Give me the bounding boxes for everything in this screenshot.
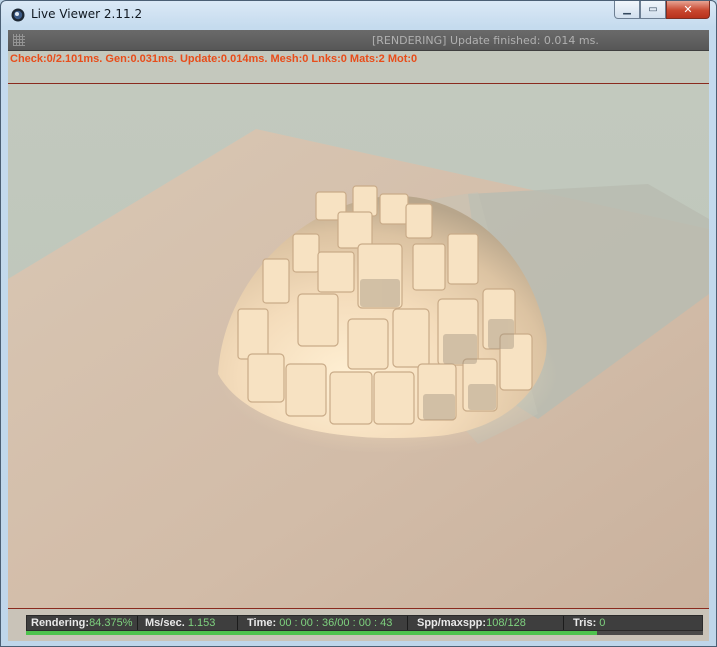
spp-stat: Spp/maxspp:108/128 bbox=[417, 616, 564, 630]
time-label: Time: bbox=[247, 617, 277, 629]
cinema4d-icon bbox=[11, 8, 25, 22]
close-icon: ✕ bbox=[683, 3, 693, 16]
render-viewport[interactable] bbox=[8, 84, 709, 608]
spp-label: Spp/maxspp: bbox=[417, 617, 487, 629]
tris-value: 0 bbox=[599, 617, 606, 629]
window-controls: ▁ ▭ ✕ bbox=[614, 1, 710, 21]
stats-line: Check:0/2.101ms. Gen:0.031ms. Update:0.0… bbox=[8, 51, 709, 84]
ms-label: Ms/sec. bbox=[145, 617, 185, 629]
title-bar[interactable]: Live Viewer 2.11.2 ▁ ▭ ✕ bbox=[1, 1, 716, 29]
render-image bbox=[8, 84, 709, 608]
rendering-label: Rendering: bbox=[31, 617, 90, 629]
tris-label: Tris: bbox=[573, 617, 597, 629]
minimize-icon: ▁ bbox=[623, 3, 631, 15]
maximize-icon: ▭ bbox=[648, 3, 658, 15]
spp-value: 108/128 bbox=[486, 617, 526, 629]
maximize-button[interactable]: ▭ bbox=[640, 1, 666, 19]
render-status-bar: [RENDERING] Update finished: 0.014 ms. bbox=[8, 30, 709, 51]
ms-value: 1.153 bbox=[187, 617, 216, 629]
stats-panel: Rendering:84.375% Ms/sec. 1.153 Time: 00… bbox=[26, 615, 703, 631]
time-value: 00 : 00 : 36/00 : 00 : 43 bbox=[279, 617, 393, 629]
grip-icon[interactable] bbox=[13, 34, 25, 46]
render-stats-bar: Rendering:84.375% Ms/sec. 1.153 Time: 00… bbox=[8, 608, 709, 641]
close-button[interactable]: ✕ bbox=[666, 1, 710, 19]
tris-stat: Tris: 0 bbox=[573, 616, 633, 630]
time-stat: Time: 00 : 00 : 36/00 : 00 : 43 bbox=[247, 616, 408, 630]
stats-text: Check:0/2.101ms. Gen:0.031ms. Update:0.0… bbox=[10, 53, 418, 65]
window-title: Live Viewer 2.11.2 bbox=[31, 7, 143, 21]
live-viewer-window: Live Viewer 2.11.2 ▁ ▭ ✕ [RENDERING] Upd… bbox=[0, 0, 717, 647]
render-progress-fill bbox=[26, 631, 598, 635]
rendering-value: 84.375% bbox=[89, 617, 133, 629]
ms-stat: Ms/sec. 1.153 bbox=[145, 616, 238, 630]
render-status-text: [RENDERING] Update finished: 0.014 ms. bbox=[372, 34, 599, 47]
rendering-stat: Rendering:84.375% bbox=[31, 616, 138, 630]
viewer-client: [RENDERING] Update finished: 0.014 ms. C… bbox=[8, 30, 709, 641]
minimize-button[interactable]: ▁ bbox=[614, 1, 640, 19]
render-progress-bar bbox=[26, 631, 703, 635]
